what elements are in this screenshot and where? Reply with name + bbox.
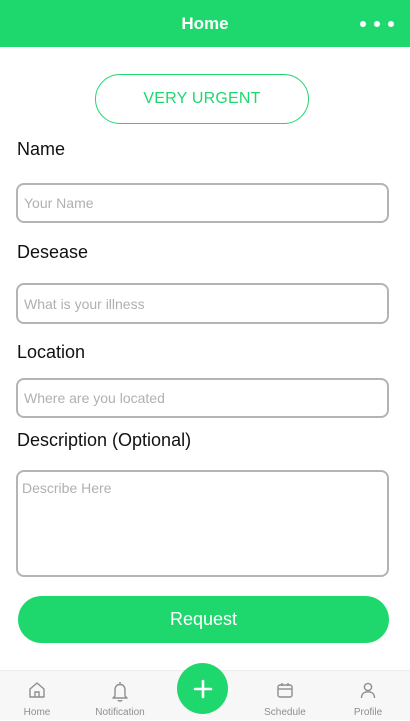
urgency-level-button[interactable]: VERY URGENT	[95, 74, 309, 124]
disease-label: Desease	[17, 242, 89, 262]
more-horizontal-icon	[360, 21, 366, 27]
app-header: Home	[0, 0, 410, 47]
disease-input[interactable]	[16, 283, 389, 324]
name-input[interactable]	[16, 183, 389, 223]
user-icon	[360, 682, 376, 699]
tab-notification[interactable]: Notification	[85, 671, 155, 721]
tab-schedule-label: Schedule	[264, 707, 306, 718]
bell-icon	[112, 682, 128, 702]
plus-icon	[193, 679, 212, 698]
location-label: Location	[17, 342, 86, 362]
more-options-button[interactable]	[360, 14, 394, 34]
page-title: Home	[181, 14, 229, 33]
home-icon	[29, 682, 45, 698]
tab-home-label: Home	[23, 707, 51, 718]
tab-home[interactable]: Home	[2, 671, 72, 721]
location-input[interactable]	[16, 378, 389, 418]
more-dot	[388, 21, 394, 27]
tab-notification-label: Notification	[95, 707, 145, 718]
name-label: Name	[17, 139, 66, 159]
more-dot	[374, 21, 380, 27]
request-button[interactable]: Request	[18, 596, 389, 643]
tab-schedule[interactable]: Schedule	[250, 671, 320, 721]
description-textarea[interactable]	[16, 470, 389, 577]
tab-profile[interactable]: Profile	[333, 671, 403, 721]
calendar-icon	[277, 683, 293, 698]
description-label: Description (Optional)	[17, 430, 192, 450]
tab-profile-label: Profile	[353, 707, 383, 718]
add-request-button[interactable]	[177, 663, 228, 714]
